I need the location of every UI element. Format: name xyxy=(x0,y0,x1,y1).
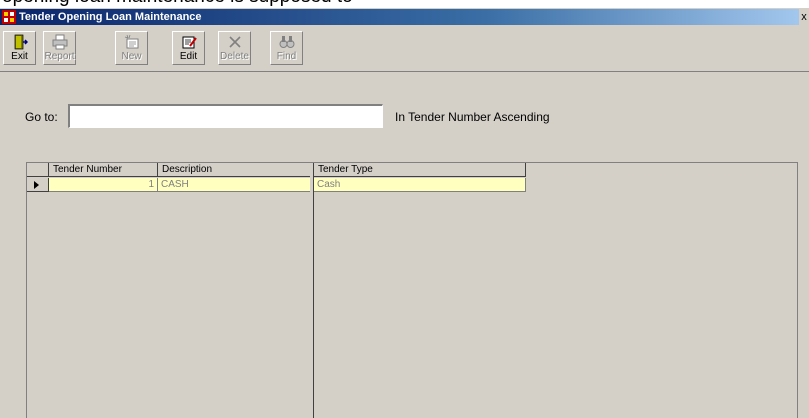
new-label: New xyxy=(121,51,142,62)
cell-tender-number[interactable]: 1 xyxy=(49,178,158,192)
edit-record-icon xyxy=(182,36,197,49)
binoculars-icon xyxy=(279,36,294,48)
sort-order-label: In Tender Number Ascending xyxy=(395,110,550,124)
current-row-indicator[interactable] xyxy=(27,178,49,192)
toolbar: Exit Report New Edit Delete Find xyxy=(0,25,809,72)
exit-door-icon xyxy=(14,34,28,50)
printer-icon xyxy=(52,34,67,50)
find-label: Find xyxy=(276,51,297,62)
column-header-tender-number[interactable]: Tender Number xyxy=(49,163,158,177)
new-record-icon xyxy=(124,34,138,49)
new-button[interactable]: New xyxy=(115,31,148,65)
app-icon xyxy=(2,10,16,24)
edit-button[interactable]: Edit xyxy=(172,31,205,65)
delete-x-icon xyxy=(228,36,241,48)
goto-label: Go to: xyxy=(25,110,58,124)
find-button[interactable]: Find xyxy=(270,31,303,65)
delete-button[interactable]: Delete xyxy=(218,31,251,65)
edit-label: Edit xyxy=(179,51,198,62)
delete-label: Delete xyxy=(220,51,249,62)
background-document-text: opening loan maintenance is supposed to xyxy=(0,0,809,8)
window-titlebar: Tender Opening Loan Maintenance x xyxy=(0,9,809,25)
window-title: Tender Opening Loan Maintenance xyxy=(19,11,202,23)
exit-label: Exit xyxy=(11,51,28,62)
cell-description[interactable]: CASH xyxy=(158,178,310,192)
grid-corner xyxy=(27,163,49,177)
column-header-tender-type[interactable]: Tender Type xyxy=(314,163,526,177)
grid-left-pane: Tender Number Description 1 CASH xyxy=(27,163,311,418)
exit-button[interactable]: Exit xyxy=(3,31,36,65)
column-header-description[interactable]: Description xyxy=(158,163,310,177)
goto-input[interactable] xyxy=(68,104,383,128)
grid-right-pane: Tender Type Cash xyxy=(314,163,797,418)
close-button[interactable]: x xyxy=(799,9,809,25)
report-button[interactable]: Report xyxy=(43,31,76,65)
tender-grid: Tender Number Description 1 CASH Tender … xyxy=(26,162,798,418)
cell-tender-type[interactable]: Cash xyxy=(314,178,526,192)
row-pointer-icon xyxy=(34,181,39,189)
report-label: Report xyxy=(44,51,75,62)
